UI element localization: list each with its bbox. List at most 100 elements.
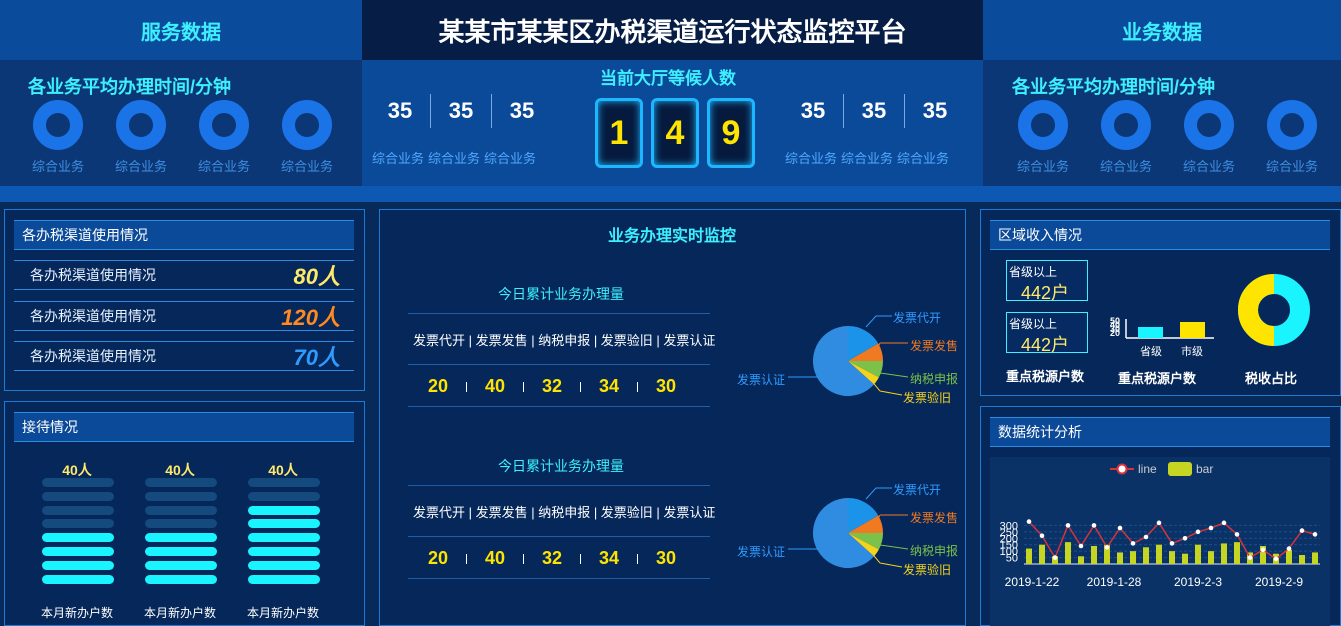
reception-bar-segment: [248, 491, 320, 501]
reception-bar-segment: [248, 519, 320, 529]
pie-label: 发票认证: [737, 373, 786, 387]
bar-mark: [1234, 542, 1240, 564]
reception-bar-segment: [145, 491, 217, 501]
x-tick-label: 2019-2-9: [1255, 575, 1303, 589]
monitor-block-subtitle: 今日累计业务办理量: [498, 458, 624, 474]
line-point: [1273, 556, 1279, 562]
reception-bar-segment: [248, 478, 320, 487]
ring-label: 综合业务: [1099, 159, 1152, 174]
bar-mark: [1078, 556, 1084, 564]
ring-chart-icon: [116, 100, 166, 150]
reception-bar-segment: [42, 560, 114, 570]
region-income-header: 区域收入情况: [990, 220, 1330, 250]
band-divider: [0, 186, 1341, 202]
ring-chart-icon: [199, 100, 249, 150]
divider: [408, 313, 710, 314]
pie-label: 纳税申报: [910, 544, 959, 558]
leader-line: [865, 487, 880, 500]
monitor-value: 32: [541, 548, 563, 568]
reception-bar-segment: [145, 547, 217, 556]
reception-label: 本月新办户数: [40, 606, 113, 620]
bar-mark: [1221, 543, 1227, 564]
bar-mark: [1026, 548, 1032, 564]
channel-usage-title: 各办税渠道使用情况: [22, 227, 148, 243]
line-point: [1078, 543, 1084, 549]
ring-chart-icon: [33, 100, 83, 150]
reception-bar-segment: [42, 574, 114, 584]
line-point: [1234, 532, 1240, 537]
reception-column: 40人本月新办户数: [40, 458, 114, 626]
divider: [408, 485, 710, 486]
ring-label: 综合业务: [1016, 159, 1069, 174]
bar-mark: [1208, 551, 1214, 564]
reception-header: 接待情况: [14, 412, 354, 442]
reception-bar-segment: [248, 505, 320, 515]
leader-line: [865, 315, 880, 328]
legend-line-label: line: [1138, 462, 1157, 476]
ring-label: 综合业务: [1265, 159, 1318, 174]
stat-label: 综合业务: [841, 151, 894, 166]
reception-bar-segment: [248, 574, 320, 584]
bar-mark: [1286, 549, 1292, 564]
line-point: [1286, 546, 1292, 551]
reception-bar-segment: [248, 533, 320, 543]
line-point: [1312, 532, 1318, 537]
key-taxpayer-box-label: 省级以上: [1009, 317, 1058, 331]
right-stats: 35 35 35: [783, 94, 965, 128]
reception-bar-segment: [145, 533, 217, 543]
reception-column: 40人 本月新办户数: [143, 458, 217, 626]
divider: [408, 406, 710, 407]
line-point: [1299, 528, 1305, 533]
ring-chart-icon: [282, 100, 332, 150]
reception-bar-segment: [145, 505, 217, 515]
ring-chart-icon: [1184, 100, 1234, 150]
left-stat-labels: 综合业务 综合业务 综合业务: [372, 148, 536, 167]
stat-label: 综合业务: [785, 151, 838, 166]
pie-leader-lines: [788, 315, 880, 392]
stat-label: 综合业务: [484, 151, 537, 166]
right-stat-labels: 综合业务 综合业务 综合业务: [785, 148, 949, 167]
bar-mark: [1156, 544, 1162, 564]
channel-row: 各办税渠道使用情况 80人: [14, 260, 354, 290]
reception-count: 40人: [268, 462, 298, 478]
stat-value: 35: [800, 98, 826, 123]
bar-mark: [1182, 553, 1188, 564]
leader-line: [880, 562, 903, 568]
line-point: [1208, 525, 1214, 531]
monitor-value: 30: [655, 376, 677, 396]
monitor-category-row: 发票代开 | 发票发售 | 纳税申报 | 发票验旧 | 发票认证: [413, 505, 716, 520]
key-taxpayer-box-value: 442户: [1021, 283, 1070, 303]
monitor-value: 30: [655, 548, 677, 568]
line-point: [1169, 541, 1175, 546]
reception-bars: 40人 本月新办户数 40人 本月新办户数 40人 本月新办户数: [40, 458, 330, 626]
stat-label: 综合业务: [372, 151, 425, 166]
monitor-value: 34: [598, 376, 620, 396]
waiting-digit: 9: [707, 98, 755, 168]
line-point: [1026, 519, 1032, 524]
reception-column: 40人 本月新办户数: [246, 458, 320, 626]
pie-leader-lines: [788, 487, 880, 564]
legend-bar-label: bar: [1196, 462, 1213, 476]
x-tick-label: 2019-1-28: [1087, 575, 1142, 589]
line-point: [1221, 520, 1227, 526]
stat-value: 35: [509, 98, 535, 123]
line-point: [1117, 525, 1123, 531]
bar-category-label: 市级: [1181, 344, 1203, 358]
channel-usage-header: 各办税渠道使用情况: [14, 220, 354, 250]
bar-city: [1180, 322, 1205, 338]
monitor-category-row: 发票代开 | 发票发售 | 纳税申报 | 发票验旧 | 发票认证: [413, 333, 716, 348]
bar-mark: [1039, 544, 1045, 564]
line-point: [1039, 533, 1045, 539]
bar-provincial: [1138, 327, 1163, 338]
bar-mark: [1195, 544, 1201, 564]
right-band-title: 各业务平均办理时间/分钟: [1012, 77, 1215, 97]
business-data-title: 业务数据: [1122, 21, 1202, 44]
donut-segment-yellow: [1238, 274, 1275, 346]
line-point: [1091, 523, 1097, 528]
ring-chart-icon: [1267, 100, 1317, 150]
waiting-count-title: 当前大厅等候人数: [600, 69, 736, 88]
bar-tick: 20: [1110, 328, 1120, 338]
waiting-digit: 1: [595, 98, 643, 168]
reception-count: 40人: [62, 462, 92, 478]
monitor-values: 20 40 32 34 30: [410, 548, 694, 569]
